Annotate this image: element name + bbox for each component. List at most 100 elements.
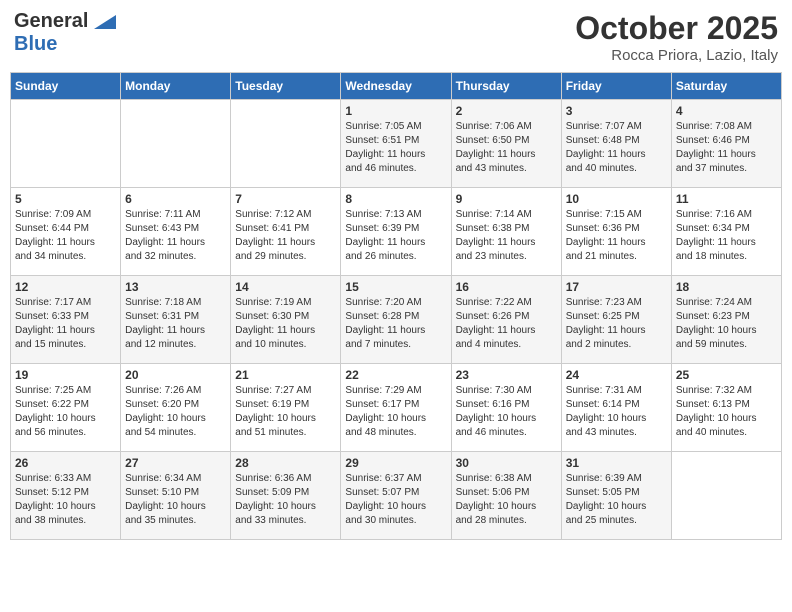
calendar-cell: 21Sunrise: 7:27 AMSunset: 6:19 PMDayligh… (231, 364, 341, 452)
day-info: Sunrise: 7:31 AMSunset: 6:14 PMDaylight:… (566, 384, 667, 440)
day-info: Sunrise: 7:05 AMSunset: 6:51 PMDaylight:… (345, 120, 446, 176)
logo: General Blue (14, 10, 116, 56)
calendar-cell: 10 Sunrise: 7:15 AMSunset: 6:36 PMDayligh… (561, 188, 671, 276)
calendar-cell: 25 Sunrise: 7:32 AMSunset: 6:13 PMDayligh… (671, 364, 781, 452)
weekday-header: Friday (561, 73, 671, 100)
calendar-cell: 4 Sunrise: 7:08 AMSunset: 6:46 PMDaylight… (671, 100, 781, 188)
calendar-cell (121, 100, 231, 188)
day-number: 22 (345, 368, 446, 382)
calendar-table: SundayMondayTuesdayWednesdayThursdayFrid… (10, 72, 782, 540)
weekday-header: Thursday (451, 73, 561, 100)
day-number: 18 (676, 280, 777, 294)
day-number: 4 (676, 104, 777, 118)
day-info: Sunrise: 7:19 AMSunset: 6:30 PMDaylight:… (235, 296, 336, 352)
day-number: 14 (235, 280, 336, 294)
day-info: Sunrise: 7:32 AMSunset: 6:13 PMDaylight:… (676, 384, 777, 440)
day-number: 30 (456, 456, 557, 470)
calendar-cell: 30 Sunrise: 6:38 AMSunset: 5:06 PMDayligh… (451, 452, 561, 540)
day-info: Sunrise: 6:36 AMSunset: 5:09 PMDaylight:… (235, 472, 336, 528)
logo-blue: Blue (14, 33, 57, 55)
day-info: Sunrise: 7:17 AMSunset: 6:33 PMDaylight:… (15, 296, 116, 352)
day-number: 11 (676, 192, 777, 206)
day-number: 12 (15, 280, 116, 294)
day-info: Sunrise: 6:38 AMSunset: 5:06 PMDaylight:… (456, 472, 557, 528)
day-number: 3 (566, 104, 667, 118)
calendar-cell: 22 Sunrise: 7:29 AMSunset: 6:17 PMDayligh… (341, 364, 451, 452)
calendar-cell: 29Sunrise: 6:37 AMSunset: 5:07 PMDayligh… (341, 452, 451, 540)
calendar-cell: 7Sunrise: 7:12 AMSunset: 6:41 PMDaylight… (231, 188, 341, 276)
calendar-cell: 15 Sunrise: 7:20 AMSunset: 6:28 PMDayligh… (341, 276, 451, 364)
calendar-cell: 1 Sunrise: 7:05 AMSunset: 6:51 PMDaylight… (341, 100, 451, 188)
location: Rocca Priora, Lazio, Italy (575, 47, 778, 64)
day-info: Sunrise: 7:15 AMSunset: 6:36 PMDaylight:… (566, 208, 667, 264)
calendar-cell (11, 100, 121, 188)
calendar-cell: 19 Sunrise: 7:25 AMSunset: 6:22 PMDayligh… (11, 364, 121, 452)
day-number: 27 (125, 456, 226, 470)
day-info: Sunrise: 7:29 AMSunset: 6:17 PMDaylight:… (345, 384, 446, 440)
day-number: 1 (345, 104, 446, 118)
calendar-cell: 31Sunrise: 6:39 AMSunset: 5:05 PMDayligh… (561, 452, 671, 540)
calendar-cell: 17 Sunrise: 7:23 AMSunset: 6:25 PMDayligh… (561, 276, 671, 364)
day-number: 29 (345, 456, 446, 470)
calendar-cell (231, 100, 341, 188)
day-info: Sunrise: 7:13 AMSunset: 6:39 PMDaylight:… (345, 208, 446, 264)
day-number: 2 (456, 104, 557, 118)
day-info: Sunrise: 7:18 AMSunset: 6:31 PMDaylight:… (125, 296, 226, 352)
day-info: Sunrise: 7:06 AMSunset: 6:50 PMDaylight:… (456, 120, 557, 176)
day-info: Sunrise: 6:34 AMSunset: 5:10 PMDaylight:… (125, 472, 226, 528)
day-info: Sunrise: 7:12 AMSunset: 6:41 PMDaylight:… (235, 208, 336, 264)
day-number: 17 (566, 280, 667, 294)
day-number: 23 (456, 368, 557, 382)
calendar-cell: 13 Sunrise: 7:18 AMSunset: 6:31 PMDayligh… (121, 276, 231, 364)
calendar-cell: 12 Sunrise: 7:17 AMSunset: 6:33 PMDayligh… (11, 276, 121, 364)
calendar-cell: 20Sunrise: 7:26 AMSunset: 6:20 PMDayligh… (121, 364, 231, 452)
day-info: Sunrise: 7:11 AMSunset: 6:43 PMDaylight:… (125, 208, 226, 264)
day-number: 16 (456, 280, 557, 294)
day-info: Sunrise: 7:07 AMSunset: 6:48 PMDaylight:… (566, 120, 667, 176)
day-info: Sunrise: 7:08 AMSunset: 6:46 PMDaylight:… (676, 120, 777, 176)
day-number: 21 (235, 368, 336, 382)
day-info: Sunrise: 7:20 AMSunset: 6:28 PMDaylight:… (345, 296, 446, 352)
day-number: 25 (676, 368, 777, 382)
calendar-cell: 2 Sunrise: 7:06 AMSunset: 6:50 PMDaylight… (451, 100, 561, 188)
weekday-header: Wednesday (341, 73, 451, 100)
weekday-header: Sunday (11, 73, 121, 100)
weekday-header: Saturday (671, 73, 781, 100)
day-number: 10 (566, 192, 667, 206)
calendar-cell (671, 452, 781, 540)
weekday-header: Monday (121, 73, 231, 100)
calendar-cell: 8Sunrise: 7:13 AMSunset: 6:39 PMDaylight… (341, 188, 451, 276)
calendar-cell: 9 Sunrise: 7:14 AMSunset: 6:38 PMDaylight… (451, 188, 561, 276)
calendar-cell: 5 Sunrise: 7:09 AMSunset: 6:44 PMDaylight… (11, 188, 121, 276)
day-info: Sunrise: 7:23 AMSunset: 6:25 PMDaylight:… (566, 296, 667, 352)
logo-text: General (14, 10, 116, 33)
day-number: 13 (125, 280, 226, 294)
day-info: Sunrise: 7:30 AMSunset: 6:16 PMDaylight:… (456, 384, 557, 440)
day-info: Sunrise: 7:09 AMSunset: 6:44 PMDaylight:… (15, 208, 116, 264)
day-number: 15 (345, 280, 446, 294)
calendar-cell: 27 Sunrise: 6:34 AMSunset: 5:10 PMDayligh… (121, 452, 231, 540)
day-number: 9 (456, 192, 557, 206)
calendar-cell: 6 Sunrise: 7:11 AMSunset: 6:43 PMDaylight… (121, 188, 231, 276)
day-info: Sunrise: 6:39 AMSunset: 5:05 PMDaylight:… (566, 472, 667, 528)
day-number: 5 (15, 192, 116, 206)
day-info: Sunrise: 7:22 AMSunset: 6:26 PMDaylight:… (456, 296, 557, 352)
day-info: Sunrise: 7:16 AMSunset: 6:34 PMDaylight:… (676, 208, 777, 264)
day-info: Sunrise: 7:14 AMSunset: 6:38 PMDaylight:… (456, 208, 557, 264)
calendar-cell: 16 Sunrise: 7:22 AMSunset: 6:26 PMDayligh… (451, 276, 561, 364)
day-number: 24 (566, 368, 667, 382)
calendar-cell: 28Sunrise: 6:36 AMSunset: 5:09 PMDayligh… (231, 452, 341, 540)
day-info: Sunrise: 7:25 AMSunset: 6:22 PMDaylight:… (15, 384, 116, 440)
day-info: Sunrise: 7:26 AMSunset: 6:20 PMDaylight:… (125, 384, 226, 440)
page-header: General Blue October 2025 Rocca Priora, … (10, 10, 782, 64)
calendar-cell: 14 Sunrise: 7:19 AMSunset: 6:30 PMDayligh… (231, 276, 341, 364)
day-info: Sunrise: 6:33 AMSunset: 5:12 PMDaylight:… (15, 472, 116, 528)
calendar-cell: 11 Sunrise: 7:16 AMSunset: 6:34 PMDayligh… (671, 188, 781, 276)
calendar-cell: 23 Sunrise: 7:30 AMSunset: 6:16 PMDayligh… (451, 364, 561, 452)
day-number: 19 (15, 368, 116, 382)
day-number: 6 (125, 192, 226, 206)
calendar-cell: 26Sunrise: 6:33 AMSunset: 5:12 PMDayligh… (11, 452, 121, 540)
month-title: October 2025 (575, 10, 778, 47)
calendar-cell: 18 Sunrise: 7:24 AMSunset: 6:23 PMDayligh… (671, 276, 781, 364)
day-info: Sunrise: 7:24 AMSunset: 6:23 PMDaylight:… (676, 296, 777, 352)
